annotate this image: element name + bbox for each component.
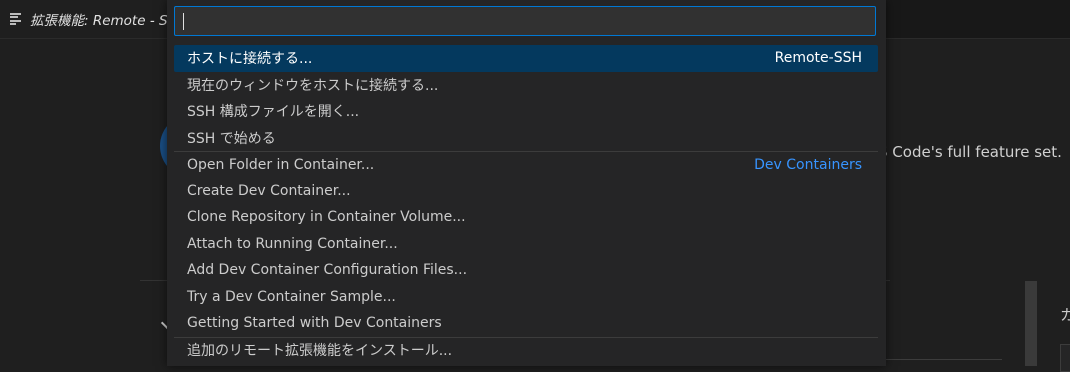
item-label: Getting Started with Dev Containers (187, 315, 442, 332)
item-label: 現在のウィンドウをホストに接続する... (187, 77, 439, 94)
quick-pick-list: ホストに接続する... Remote-SSH 現在のウィンドウをホストに接続する… (174, 45, 878, 363)
vertical-scrollbar[interactable] (1025, 281, 1037, 366)
quick-pick-input[interactable] (174, 6, 876, 36)
item-label: Attach to Running Container... (187, 235, 398, 252)
quick-pick-item-ssh-getting-started[interactable]: SSH で始める (174, 125, 878, 152)
side-panel-field[interactable] (1060, 344, 1070, 372)
quick-pick-item-connect-current-window[interactable]: 現在のウィンドウをホストに接続する... (174, 72, 878, 99)
text-caret (183, 13, 184, 30)
side-panel-heading: カ (1060, 306, 1070, 324)
item-group-label: Remote-SSH (774, 50, 862, 67)
quick-pick-item-clone-repo-in-volume[interactable]: Clone Repository in Container Volume... (174, 204, 878, 231)
item-label: Create Dev Container... (187, 182, 351, 199)
quick-pick-item-create-dev-container[interactable]: Create Dev Container... (174, 178, 878, 205)
quick-pick-item-attach-running-container[interactable]: Attach to Running Container... (174, 231, 878, 258)
quick-pick-item-open-ssh-config[interactable]: SSH 構成ファイルを開く... (174, 98, 878, 125)
item-label: Open Folder in Container... (187, 156, 375, 173)
extension-tab[interactable]: 拡張機能: Remote - S (0, 0, 182, 38)
quick-pick-item-add-config-files[interactable]: Add Dev Container Configuration Files... (174, 257, 878, 284)
quick-pick-item-getting-started-dev-containers[interactable]: Getting Started with Dev Containers (174, 310, 878, 337)
item-label: ホストに接続する... (187, 51, 313, 68)
item-label: Try a Dev Container Sample... (187, 288, 396, 305)
quick-pick-item-try-sample[interactable]: Try a Dev Container Sample... (174, 284, 878, 311)
section-divider-2 (880, 359, 1002, 360)
item-group-label: Dev Containers (754, 156, 862, 173)
item-label: SSH 構成ファイルを開く... (187, 104, 360, 121)
item-label: Add Dev Container Configuration Files... (187, 262, 468, 279)
item-label: 追加のリモート拡張機能をインストール... (187, 343, 453, 360)
preview-lines-icon (10, 13, 22, 25)
tab-title: 拡張機能: Remote - S (30, 13, 168, 29)
quick-pick-widget: ホストに接続する... Remote-SSH 現在のウィンドウをホストに接続する… (167, 0, 886, 366)
item-label: Clone Repository in Container Volume... (187, 209, 466, 226)
extension-description: S Code's full feature set. (878, 143, 1062, 161)
item-label: SSH で始める (187, 130, 276, 147)
quick-pick-item-open-folder-in-container[interactable]: Open Folder in Container... Dev Containe… (174, 151, 878, 178)
quick-pick-item-install-remote-extensions[interactable]: 追加のリモート拡張機能をインストール... (174, 336, 878, 364)
quick-pick-item-connect-host[interactable]: ホストに接続する... Remote-SSH (174, 45, 878, 72)
